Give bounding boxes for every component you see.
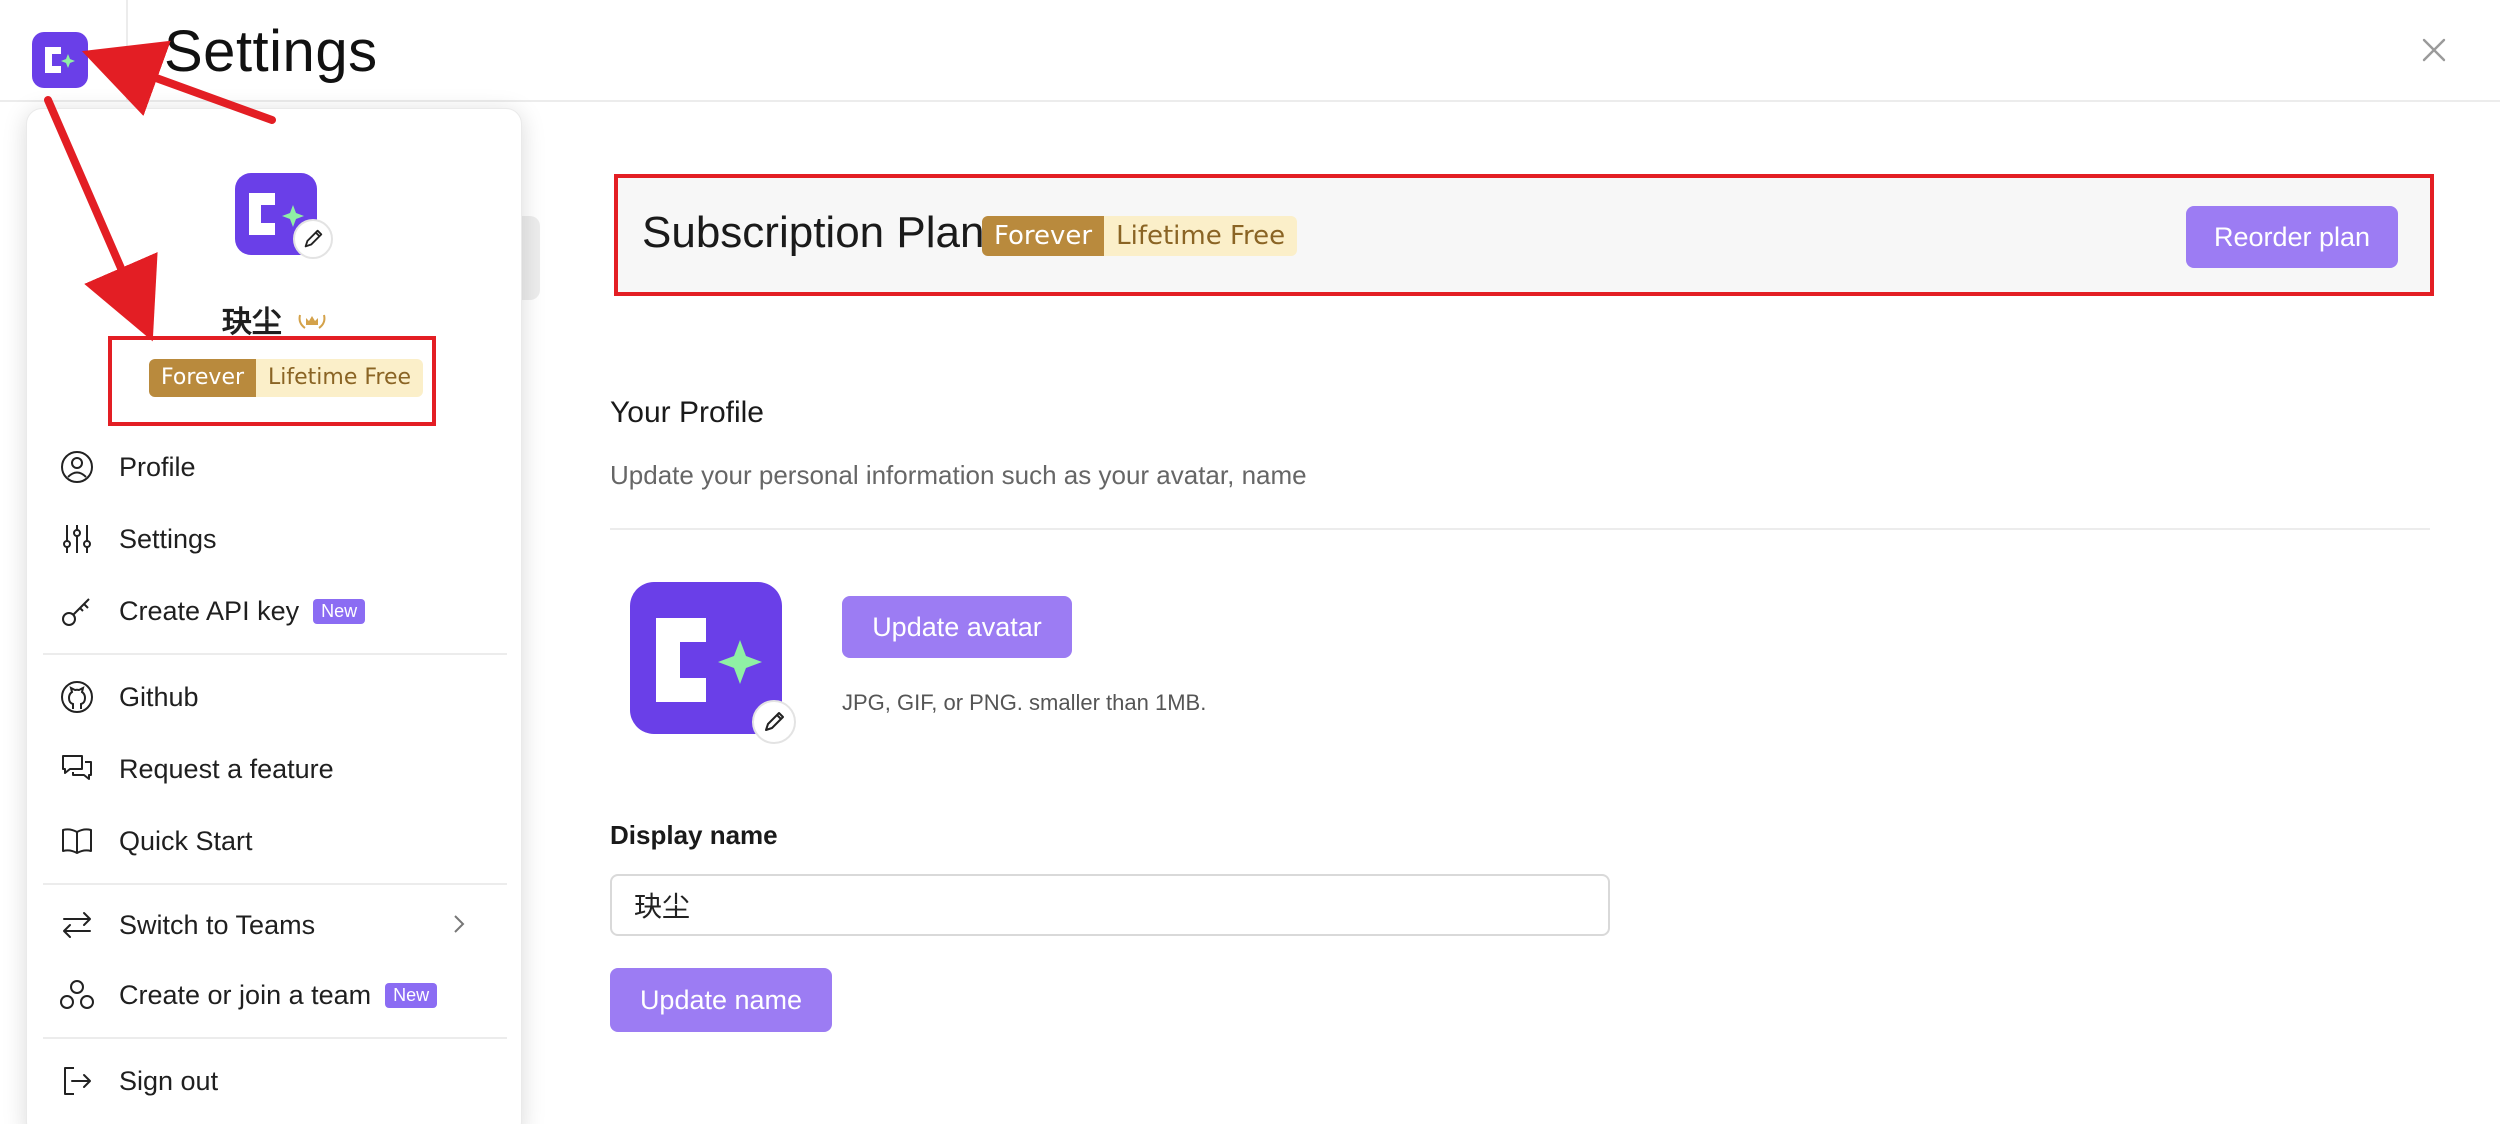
settings-page: Settings Subscription Plan Forever Lifet… <box>0 0 2500 1124</box>
annotation-arrow-badge <box>44 96 158 342</box>
annotation-arrows <box>44 40 276 342</box>
annotation-arrow-logo <box>81 40 276 124</box>
